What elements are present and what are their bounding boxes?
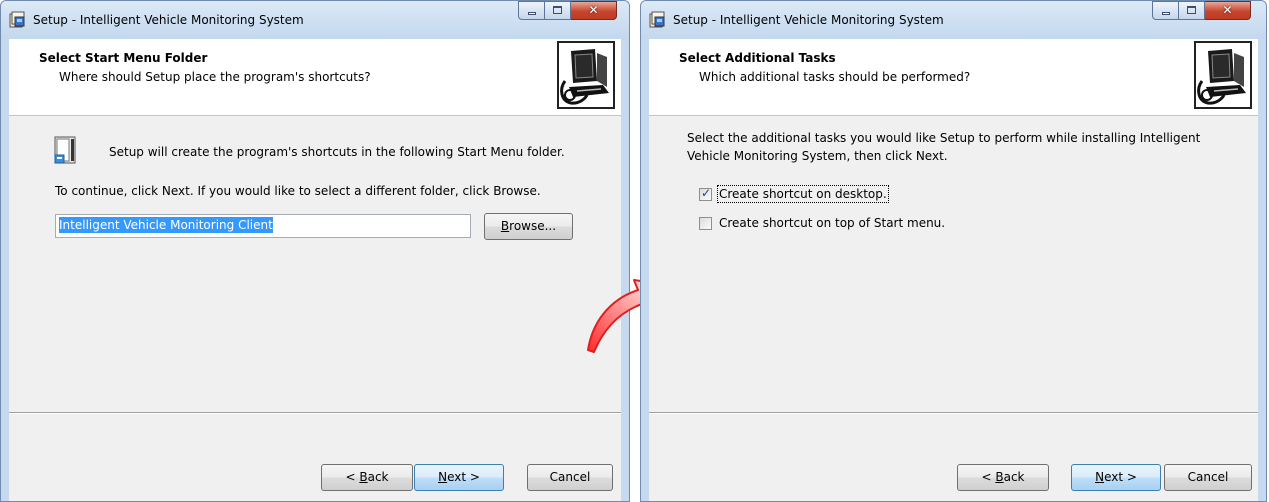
wizard-client-area: Select Additional Tasks Which additional… [649,39,1258,501]
start-menu-shortcut-checkbox[interactable] [699,217,712,230]
wizard-computer-icon [1194,41,1252,109]
browse-button[interactable]: Browse... [484,213,573,240]
close-button[interactable]: ✕ [571,1,617,20]
next-button[interactable]: Next > [414,464,504,491]
desktop-shortcut-label[interactable]: Create shortcut on desktop. [717,185,889,203]
page-subtitle: Where should Setup place the program's s… [59,70,371,84]
minimize-button[interactable] [1152,1,1179,20]
maximize-icon [553,6,562,14]
desktop-shortcut-checkbox[interactable]: ✓ [699,186,712,201]
start-menu-folder-icon [54,136,76,164]
close-button[interactable]: ✕ [1205,1,1251,20]
setup-window-start-menu: Setup - Intelligent Vehicle Monitoring S… [0,0,630,502]
info-text: Setup will create the program's shortcut… [109,145,565,159]
close-icon: ✕ [1222,3,1233,17]
checkmark-icon: ✓ [700,186,712,200]
description-line-2: Vehicle Monitoring System, then click Ne… [687,149,948,163]
app-setup-icon [9,11,25,28]
close-icon: ✕ [588,3,599,17]
minimize-button[interactable] [518,1,545,20]
wizard-client-area: Select Start Menu Folder Where should Se… [9,39,621,501]
cancel-button[interactable]: Cancel [527,464,613,491]
minimize-icon [528,12,536,15]
window-title: Setup - Intelligent Vehicle Monitoring S… [33,13,304,27]
title-bar[interactable]: Setup - Intelligent Vehicle Monitoring S… [641,1,1266,39]
start-menu-shortcut-label[interactable]: Create shortcut on top of Start menu. [719,216,945,230]
setup-window-additional-tasks: Setup - Intelligent Vehicle Monitoring S… [640,0,1267,502]
footer-divider [649,412,1258,414]
folder-name-value: Intelligent Vehicle Monitoring Client [59,217,273,233]
back-button[interactable]: < Back [321,464,413,491]
title-bar[interactable]: Setup - Intelligent Vehicle Monitoring S… [1,1,629,39]
page-title: Select Start Menu Folder [39,51,208,65]
folder-name-input[interactable]: Intelligent Vehicle Monitoring Client [55,214,471,238]
description-line-1: Select the additional tasks you would li… [687,131,1201,145]
wizard-header: Select Start Menu Folder Where should Se… [9,39,621,116]
app-setup-icon [649,11,665,28]
window-title: Setup - Intelligent Vehicle Monitoring S… [673,13,944,27]
page-title: Select Additional Tasks [679,51,836,65]
maximize-button[interactable] [545,1,571,20]
wizard-computer-icon [557,41,615,109]
maximize-icon [1187,6,1196,14]
cancel-button[interactable]: Cancel [1164,464,1252,491]
footer-divider [9,412,621,414]
instruction-text: To continue, click Next. If you would li… [55,184,541,198]
back-button[interactable]: < Back [957,464,1049,491]
page-subtitle: Which additional tasks should be perform… [699,70,971,84]
next-button[interactable]: Next > [1071,464,1161,491]
wizard-header: Select Additional Tasks Which additional… [649,39,1258,116]
maximize-button[interactable] [1179,1,1205,20]
minimize-icon [1162,12,1170,15]
